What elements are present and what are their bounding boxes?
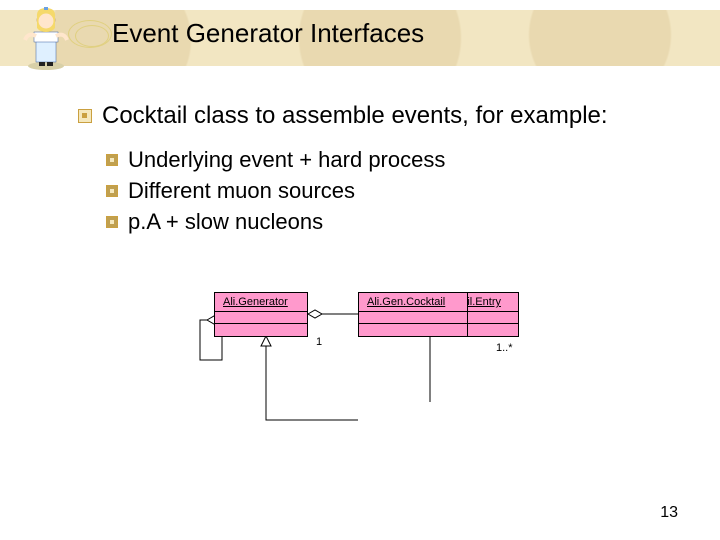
list-item: Underlying event + hard process xyxy=(106,145,690,176)
uml-multiplicity-many: 1..* xyxy=(496,342,513,354)
sub-bullet-list: Underlying event + hard process Differen… xyxy=(106,145,690,237)
bullet-marker-icon xyxy=(78,109,92,123)
bullet-main-text: Cocktail class to assemble events, for e… xyxy=(102,100,608,131)
uml-class-name: Ali.Gen.Cocktail xyxy=(359,293,467,312)
list-item: p.A + slow nucleons xyxy=(106,207,690,238)
sub-bullet-text: Different muon sources xyxy=(128,176,355,207)
uml-class-cocktail: Ali.Gen.Cocktail xyxy=(358,292,468,337)
page-number: 13 xyxy=(660,504,678,522)
uml-multiplicity-1: 1 xyxy=(316,336,322,348)
list-item: Different muon sources xyxy=(106,176,690,207)
sub-bullet-marker-icon xyxy=(106,154,118,166)
sub-bullet-text: Underlying event + hard process xyxy=(128,145,445,176)
sub-bullet-marker-icon xyxy=(106,185,118,197)
sub-bullet-marker-icon xyxy=(106,216,118,228)
sub-bullet-text: p.A + slow nucleons xyxy=(128,207,323,238)
title-decoration-icon xyxy=(68,20,112,48)
content-area: Cocktail class to assemble events, for e… xyxy=(78,100,690,238)
slide-title: Event Generator Interfaces xyxy=(92,18,424,49)
uml-diagram: Ali.Generator Ali.Gen.Cocktail.Entry Ali… xyxy=(190,292,540,462)
uml-class-name: Ali.Generator xyxy=(215,293,307,312)
uml-class-generator: Ali.Generator xyxy=(214,292,308,337)
alice-logo xyxy=(6,2,78,74)
bullet-main: Cocktail class to assemble events, for e… xyxy=(78,100,690,131)
title-area: Event Generator Interfaces xyxy=(92,18,424,49)
